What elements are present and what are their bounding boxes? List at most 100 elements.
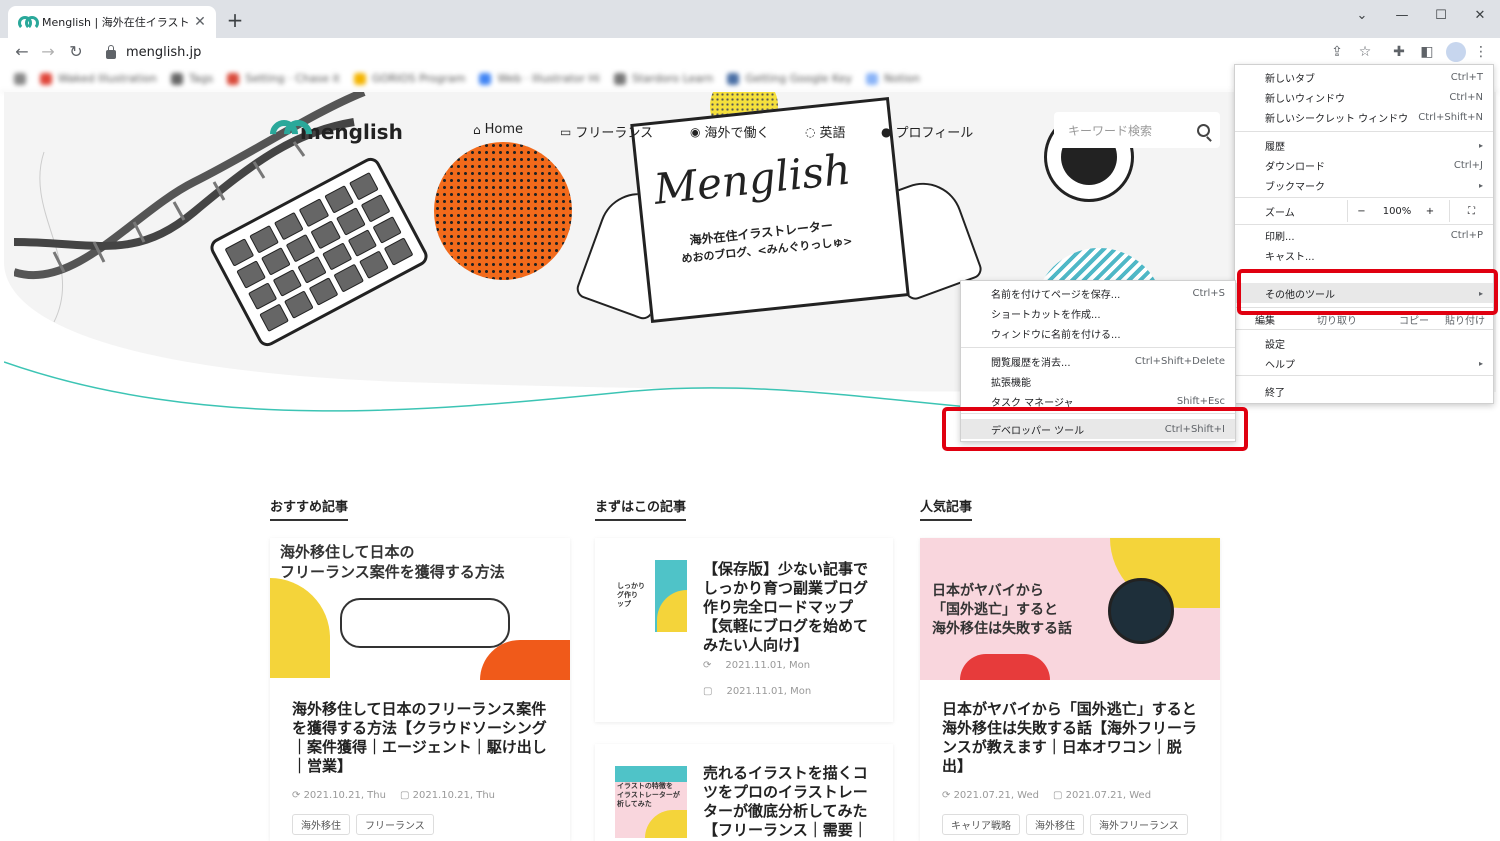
menu-item-cast[interactable]: キャスト...: [1235, 245, 1493, 265]
updated-date: ⟳ 2021.10.21, Thu: [292, 790, 386, 801]
article-card[interactable]: 日本がヤバイから 「国外逃亡」すると 海外移住は失敗する話 日本がヤバイから「国…: [920, 538, 1220, 841]
back-arrow-icon[interactable]: ←: [12, 42, 32, 62]
site-search[interactable]: キーワード検索: [1054, 112, 1220, 148]
article-card[interactable]: 海外移住して日本の フリーランス案件を獲得する方法 海外移住して日本のフリーラン…: [270, 538, 570, 841]
home-icon: ⌂: [473, 122, 481, 137]
title-bar: Menglish | 海外在住イラストレーター ✕ + ⌄ — ☐ ✕: [0, 0, 1500, 38]
menu-item-exit[interactable]: 終了: [1235, 381, 1493, 401]
menu-item-history[interactable]: 履歴 ▸: [1235, 135, 1493, 155]
tab-search-icon[interactable]: ⌄: [1348, 6, 1376, 26]
article-card[interactable]: イラストの特徴を イラストレーターが 析してみた 売れるイラストを描くコツをプロ…: [595, 744, 893, 841]
menu-separator: [1235, 329, 1493, 330]
chrome-main-menu: 新しいタブ Ctrl+T 新しいウィンドウ Ctrl+N 新しいシークレット ウィン…: [1234, 64, 1494, 404]
url-text[interactable]: menglish.jp: [126, 45, 201, 60]
article-card[interactable]: しっかり グ作り ップ 【保存版】少ない記事でしっかり育つ副業ブログ作り完全ロー…: [595, 538, 893, 722]
menu-item-name-window[interactable]: ウィンドウに名前を付ける...: [961, 323, 1235, 343]
tag-list: 海外移住 フリーランス: [292, 814, 434, 835]
article-meta: ⟳ 2021.10.21, Thu ▢ 2021.10.21, Thu: [292, 790, 495, 801]
nav-freelance[interactable]: ▭ フリーランス: [560, 122, 653, 142]
bookmark-item[interactable]: [14, 72, 26, 85]
lock-icon[interactable]: [106, 44, 116, 59]
nav-home[interactable]: ⌂ Home: [473, 122, 523, 137]
nav-work-abroad[interactable]: ◉ 海外で働く: [690, 122, 770, 142]
bookmark-favicon-icon: [40, 72, 52, 85]
menu-separator: [1235, 131, 1493, 132]
bookmark-item[interactable]: Waked Illustration: [40, 72, 157, 85]
article-thumbnail[interactable]: 海外移住して日本の フリーランス案件を獲得する方法: [270, 538, 570, 680]
menu-item-new-tab[interactable]: 新しいタブ Ctrl+T: [1235, 67, 1493, 87]
zoom-label: ズーム: [1265, 207, 1295, 219]
article-title[interactable]: 【保存版】少ない記事でしっかり育つ副業ブログ作り完全ロードマップ【気軽にブログを…: [703, 560, 879, 655]
bookmark-item[interactable]: Stardoro Learn: [613, 72, 713, 85]
article-title[interactable]: 日本がヤバイから「国外逃亡」すると海外移住は失敗する話【海外フリーランスが教えま…: [942, 700, 1198, 776]
side-panel-icon[interactable]: ◧: [1418, 43, 1436, 61]
menu-separator: [1235, 197, 1493, 198]
forward-arrow-icon[interactable]: →: [38, 42, 58, 62]
bookmark-item[interactable]: Notion: [865, 72, 920, 85]
menu-item-downloads[interactable]: ダウンロード Ctrl+J: [1235, 155, 1493, 175]
zoom-in-button[interactable]: +: [1419, 200, 1441, 222]
thumbnail-headline: 日本がヤバイから 「国外逃亡」すると 海外移住は失敗する話: [932, 583, 1072, 637]
fullscreen-icon[interactable]: ⛶: [1449, 200, 1493, 222]
menu-item-settings[interactable]: 設定: [1235, 333, 1493, 353]
nav-profile[interactable]: ● プロフィール: [881, 122, 973, 142]
site-logo[interactable]: menglish: [270, 120, 403, 144]
share-icon[interactable]: ⇪: [1328, 43, 1346, 61]
menu-item-new-window[interactable]: 新しいウィンドウ Ctrl+N: [1235, 87, 1493, 107]
new-tab-button[interactable]: +: [225, 10, 245, 30]
menu-item-clear-browsing-data[interactable]: 閲覧履歴を消去... Ctrl+Shift+Delete: [961, 351, 1235, 371]
search-icon[interactable]: [1197, 123, 1210, 137]
chat-icon: ◌: [805, 124, 816, 139]
menglish-favicon-icon: [18, 16, 39, 30]
maximize-button[interactable]: ☐: [1427, 6, 1455, 26]
bookmark-item[interactable]: GORIOS Program: [353, 72, 465, 85]
tag[interactable]: キャリア戦略: [942, 814, 1020, 835]
menu-item-help[interactable]: ヘルプ ▸: [1235, 353, 1493, 373]
extensions-puzzle-icon[interactable]: ✚: [1390, 43, 1408, 61]
section-heading-start-here: まずはこの記事: [595, 496, 687, 521]
nav-english[interactable]: ◌ 英語: [805, 122, 846, 142]
tag[interactable]: 海外移住: [292, 814, 350, 835]
minimize-button[interactable]: —: [1388, 6, 1416, 26]
coffee-cup-illustration: [1108, 578, 1174, 644]
article-title[interactable]: 海外移住して日本のフリーランス案件を獲得する方法【クラウドソーシング｜案件獲得｜…: [292, 700, 548, 776]
tag[interactable]: 海外移住: [1026, 814, 1084, 835]
tab-close-icon[interactable]: ✕: [192, 14, 208, 30]
close-window-button[interactable]: ✕: [1466, 6, 1494, 26]
menu-separator: [1235, 375, 1493, 376]
article-title[interactable]: 売れるイラストを描くコツをプロのイラストレーターが徹底分析してみた【フリーランス…: [703, 764, 879, 840]
bookmark-item[interactable]: Tags: [170, 72, 213, 85]
zoom-out-button[interactable]: −: [1347, 200, 1375, 222]
search-input[interactable]: キーワード検索: [1068, 122, 1197, 139]
article-thumbnail[interactable]: イラストの特徴を イラストレーターが 析してみた: [615, 766, 687, 838]
reload-icon[interactable]: ↻: [66, 42, 86, 62]
bookmark-item[interactable]: Web · Illustrator Hi: [479, 72, 600, 85]
updated-date: ⟳ 2021.11.01, Mon: [703, 660, 811, 671]
article-thumbnail[interactable]: 日本がヤバイから 「国外逃亡」すると 海外移住は失敗する話: [920, 538, 1220, 680]
logo-mark-icon: [270, 120, 304, 144]
zoom-row: ズーム − 100% + ⛶: [1235, 200, 1493, 222]
highlight-box-more-tools: [1237, 269, 1498, 315]
chrome-menu-kebab-icon[interactable]: ⋮: [1472, 43, 1490, 61]
tag[interactable]: 海外フリーランス: [1090, 814, 1188, 835]
bookmark-item[interactable]: Setting · Chase it: [227, 72, 340, 85]
bookmark-favicon-icon: [353, 72, 366, 85]
tag[interactable]: フリーランス: [356, 814, 434, 835]
menu-item-bookmarks[interactable]: ブックマーク ▸: [1235, 175, 1493, 195]
bookmark-star-icon[interactable]: ☆: [1356, 43, 1374, 61]
bookmark-item[interactable]: Getting Google Key: [727, 72, 852, 85]
address-bar[interactable]: menglish.jp: [96, 40, 1316, 64]
article-thumbnail[interactable]: しっかり グ作り ップ: [615, 560, 687, 632]
published-date: ▢ 2021.11.01, Mon: [703, 686, 812, 697]
menu-item-new-incognito[interactable]: 新しいシークレット ウィンドウ Ctrl+Shift+N: [1235, 107, 1493, 127]
menu-item-print[interactable]: 印刷... Ctrl+P: [1235, 225, 1493, 245]
published-date: ▢ 2021.10.21, Thu: [399, 790, 496, 801]
menu-item-save-page[interactable]: 名前を付けてページを保存... Ctrl+S: [961, 283, 1235, 303]
menu-item-create-shortcut[interactable]: ショートカットを作成...: [961, 303, 1235, 323]
laptop-icon: ▭: [560, 124, 572, 139]
menu-item-extensions[interactable]: 拡張機能: [961, 371, 1235, 391]
section-heading-recommended: おすすめ記事: [270, 496, 349, 521]
profile-avatar[interactable]: [1446, 42, 1466, 62]
browser-tab[interactable]: Menglish | 海外在住イラストレーター ✕: [8, 6, 216, 38]
bookmark-favicon-icon: [227, 72, 240, 85]
